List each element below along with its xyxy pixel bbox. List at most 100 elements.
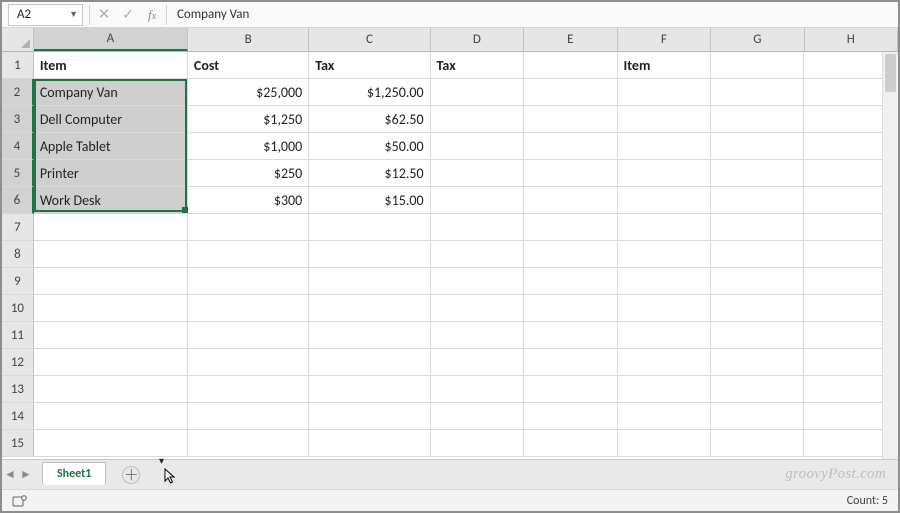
row-header-2[interactable]: 2 bbox=[2, 79, 34, 106]
cell-B12[interactable] bbox=[188, 349, 309, 376]
cell-B9[interactable] bbox=[188, 268, 309, 295]
column-header-B[interactable]: B bbox=[188, 28, 309, 51]
cell-D13[interactable] bbox=[431, 376, 524, 403]
cell-D10[interactable] bbox=[431, 295, 524, 322]
tab-nav-prev[interactable]: ◄ bbox=[2, 467, 18, 482]
cell-F5[interactable] bbox=[618, 160, 711, 187]
row-header-10[interactable]: 10 bbox=[2, 295, 34, 322]
row-header-14[interactable]: 14 bbox=[2, 403, 34, 430]
cell-G4[interactable] bbox=[711, 133, 804, 160]
cell-F14[interactable] bbox=[618, 403, 711, 430]
cell-G13[interactable] bbox=[711, 376, 804, 403]
cell-C10[interactable] bbox=[309, 295, 430, 322]
cell-A3[interactable]: Dell Computer bbox=[34, 106, 188, 133]
cell-A4[interactable]: Apple Tablet bbox=[34, 133, 188, 160]
cell-F2[interactable] bbox=[618, 79, 711, 106]
cell-B5[interactable]: $250 bbox=[188, 160, 309, 187]
cell-E1[interactable] bbox=[524, 52, 617, 79]
cell-F9[interactable] bbox=[618, 268, 711, 295]
cell-A9[interactable] bbox=[34, 268, 188, 295]
cell-B15[interactable] bbox=[188, 430, 309, 457]
cell-B13[interactable] bbox=[188, 376, 309, 403]
cell-D7[interactable] bbox=[431, 214, 524, 241]
column-header-D[interactable]: D bbox=[431, 28, 524, 51]
cell-D3[interactable] bbox=[431, 106, 524, 133]
cell-D2[interactable] bbox=[431, 79, 524, 106]
cell-A1[interactable]: Item bbox=[34, 52, 188, 79]
cell-G7[interactable] bbox=[711, 214, 804, 241]
cell-C1[interactable]: Tax bbox=[309, 52, 430, 79]
cell-C8[interactable] bbox=[309, 241, 430, 268]
sheet-tab-active[interactable]: Sheet1 bbox=[42, 462, 106, 485]
cell-D8[interactable] bbox=[431, 241, 524, 268]
row-header-11[interactable]: 11 bbox=[2, 322, 34, 349]
cell-E7[interactable] bbox=[524, 214, 617, 241]
row-header-8[interactable]: 8 bbox=[2, 241, 34, 268]
cell-G8[interactable] bbox=[711, 241, 804, 268]
cell-A15[interactable] bbox=[34, 430, 188, 457]
cell-C5[interactable]: $12.50 bbox=[309, 160, 430, 187]
cell-E2[interactable] bbox=[524, 79, 617, 106]
cell-E9[interactable] bbox=[524, 268, 617, 295]
cell-D5[interactable] bbox=[431, 160, 524, 187]
cell-D6[interactable] bbox=[431, 187, 524, 214]
tab-nav-next[interactable]: ► bbox=[18, 467, 34, 482]
cell-F15[interactable] bbox=[618, 430, 711, 457]
row-header-15[interactable]: 15 bbox=[2, 430, 34, 457]
cell-A6[interactable]: Work Desk bbox=[34, 187, 188, 214]
cell-B3[interactable]: $1,250 bbox=[188, 106, 309, 133]
cell-G3[interactable] bbox=[711, 106, 804, 133]
cell-E15[interactable] bbox=[524, 430, 617, 457]
cell-D14[interactable] bbox=[431, 403, 524, 430]
cell-F4[interactable] bbox=[618, 133, 711, 160]
row-header-9[interactable]: 9 bbox=[2, 268, 34, 295]
cell-F13[interactable] bbox=[618, 376, 711, 403]
cell-G9[interactable] bbox=[711, 268, 804, 295]
cell-C9[interactable] bbox=[309, 268, 430, 295]
cell-E10[interactable] bbox=[524, 295, 617, 322]
cell-A8[interactable] bbox=[34, 241, 188, 268]
column-header-F[interactable]: F bbox=[618, 28, 711, 51]
cell-G12[interactable] bbox=[711, 349, 804, 376]
cell-B4[interactable]: $1,000 bbox=[188, 133, 309, 160]
cell-E14[interactable] bbox=[524, 403, 617, 430]
record-macro-icon[interactable] bbox=[12, 494, 28, 508]
fx-icon[interactable]: fx bbox=[140, 7, 164, 23]
cell-B6[interactable]: $300 bbox=[188, 187, 309, 214]
cell-C14[interactable] bbox=[309, 403, 430, 430]
cell-C15[interactable] bbox=[309, 430, 430, 457]
cell-B1[interactable]: Cost bbox=[188, 52, 309, 79]
cell-B2[interactable]: $25,000 bbox=[188, 79, 309, 106]
cell-A5[interactable]: Printer bbox=[34, 160, 188, 187]
cell-E5[interactable] bbox=[524, 160, 617, 187]
cell-B14[interactable] bbox=[188, 403, 309, 430]
cell-A10[interactable] bbox=[34, 295, 188, 322]
cell-D9[interactable] bbox=[431, 268, 524, 295]
cell-G10[interactable] bbox=[711, 295, 804, 322]
chevron-down-icon[interactable]: ▼ bbox=[69, 9, 78, 20]
cell-B8[interactable] bbox=[188, 241, 309, 268]
cell-D11[interactable] bbox=[431, 322, 524, 349]
cell-E4[interactable] bbox=[524, 133, 617, 160]
cell-A14[interactable] bbox=[34, 403, 188, 430]
vertical-scrollbar[interactable] bbox=[882, 52, 898, 459]
cell-C13[interactable] bbox=[309, 376, 430, 403]
cell-G2[interactable] bbox=[711, 79, 804, 106]
cell-A13[interactable] bbox=[34, 376, 188, 403]
row-header-5[interactable]: 5 bbox=[2, 160, 34, 187]
cell-F10[interactable] bbox=[618, 295, 711, 322]
cell-G14[interactable] bbox=[711, 403, 804, 430]
cell-E8[interactable] bbox=[524, 241, 617, 268]
cell-C11[interactable] bbox=[309, 322, 430, 349]
cell-C4[interactable]: $50.00 bbox=[309, 133, 430, 160]
cell-D1[interactable]: Tax bbox=[431, 52, 524, 79]
row-header-12[interactable]: 12 bbox=[2, 349, 34, 376]
cell-D15[interactable] bbox=[431, 430, 524, 457]
cell-G11[interactable] bbox=[711, 322, 804, 349]
row-header-4[interactable]: 4 bbox=[2, 133, 34, 160]
cell-D4[interactable] bbox=[431, 133, 524, 160]
cell-F3[interactable] bbox=[618, 106, 711, 133]
column-header-H[interactable]: H bbox=[805, 28, 898, 51]
cell-F6[interactable] bbox=[618, 187, 711, 214]
cell-B10[interactable] bbox=[188, 295, 309, 322]
